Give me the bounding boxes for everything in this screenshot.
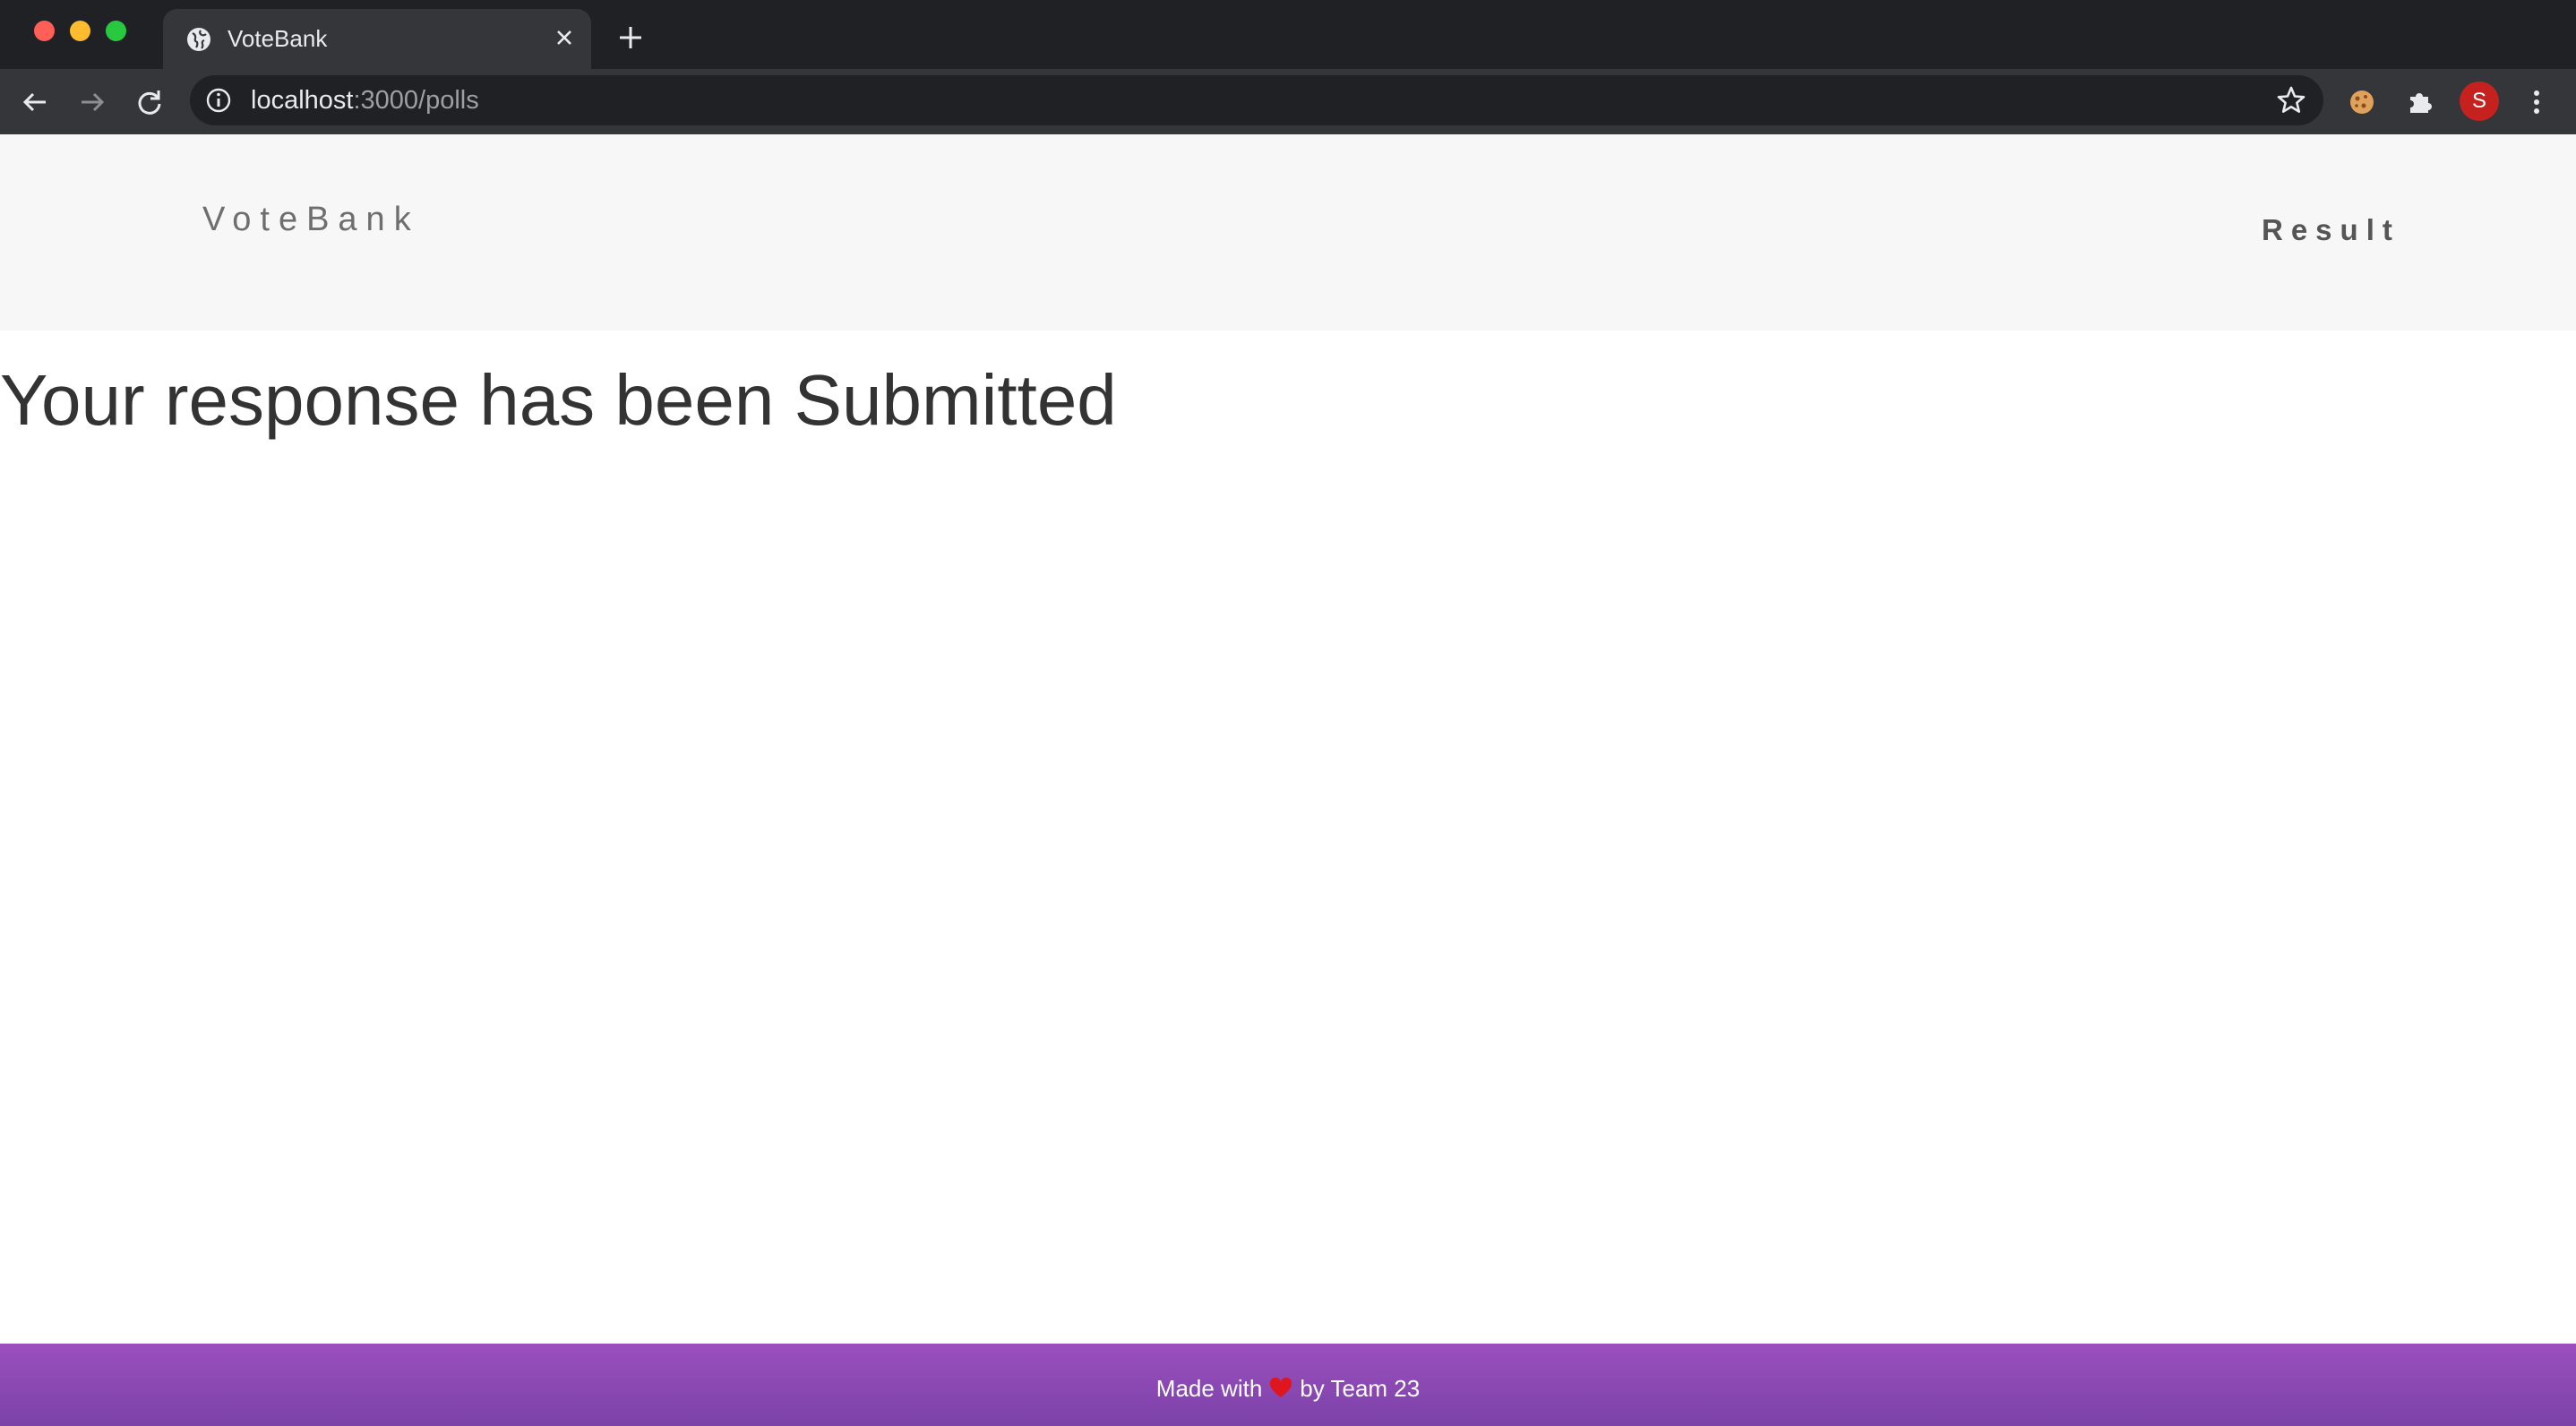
footer-suffix: by Team 23 xyxy=(1300,1375,1421,1402)
page-content: VoteBank Result Your response has been S… xyxy=(0,134,2576,1426)
reload-button[interactable] xyxy=(131,83,168,121)
close-window-button[interactable] xyxy=(34,21,55,41)
back-button[interactable] xyxy=(16,83,54,121)
tab-title: VoteBank xyxy=(228,25,328,52)
browser-menu-button[interactable] xyxy=(2518,83,2555,121)
extensions-menu-button[interactable] xyxy=(2401,83,2439,121)
url-path: :3000/polls xyxy=(353,86,479,115)
arrow-right-icon xyxy=(82,92,105,112)
cookie-extension-icon xyxy=(2350,90,2374,114)
heart-icon xyxy=(1270,1378,1292,1398)
url-host: localhost xyxy=(251,86,354,115)
bookmark-star-icon[interactable] xyxy=(2275,84,2307,116)
extension-button[interactable] xyxy=(2343,83,2381,121)
globe-icon xyxy=(187,28,210,51)
footer-credit: Made with by Team 23 xyxy=(0,1374,2576,1403)
browser-toolbar: localhost:3000/polls S xyxy=(0,69,2576,134)
forward-button[interactable] xyxy=(73,83,111,121)
page-title: Your response has been Submitted xyxy=(0,360,1117,440)
info-icon[interactable] xyxy=(204,86,233,115)
site-header: VoteBank Result xyxy=(0,134,2576,331)
url-text[interactable]: localhost:3000/polls xyxy=(251,84,479,116)
minimize-window-button[interactable] xyxy=(70,21,90,41)
new-tab-button[interactable] xyxy=(614,21,647,54)
tab-close-button[interactable] xyxy=(548,21,580,54)
close-icon xyxy=(557,30,571,45)
site-footer: Made with by Team 23 xyxy=(0,1344,2576,1426)
kebab-menu-icon xyxy=(2534,90,2539,114)
plus-icon xyxy=(620,27,641,48)
address-bar[interactable]: localhost:3000/polls xyxy=(190,75,2323,125)
maximize-window-button[interactable] xyxy=(106,21,126,41)
nav-result-link[interactable]: Result xyxy=(2262,213,2400,247)
browser-tab[interactable]: VoteBank xyxy=(163,9,591,69)
profile-avatar[interactable]: S xyxy=(2460,82,2499,121)
browser-tabstrip: VoteBank xyxy=(0,0,2576,69)
footer-prefix: Made with xyxy=(1155,1375,1263,1402)
puzzle-icon xyxy=(2410,93,2432,113)
reload-icon xyxy=(138,90,161,115)
brand-logo[interactable]: VoteBank xyxy=(202,201,420,239)
arrow-left-icon xyxy=(22,92,46,112)
